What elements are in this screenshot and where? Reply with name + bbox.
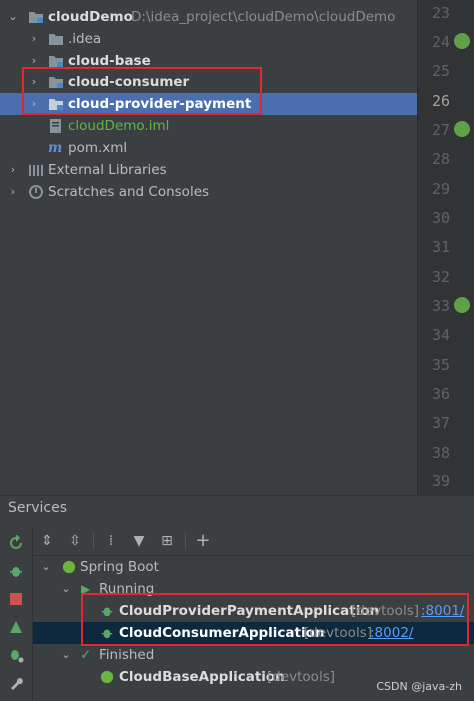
highlight-box <box>81 593 469 646</box>
finished-label: Finished <box>99 647 155 663</box>
toolbar-divider <box>93 533 94 549</box>
rerun-icon[interactable] <box>8 535 24 551</box>
debug-icon[interactable] <box>8 563 24 579</box>
app-name: CloudBaseApplication <box>119 669 285 685</box>
collapse-all-icon[interactable]: ⇳ <box>67 533 83 549</box>
toolbar-divider <box>185 533 186 549</box>
spring-run-icon[interactable] <box>454 33 470 49</box>
line-number: 29 <box>431 180 450 198</box>
services-toolbar: ⇕ ⇳ ⁞ ▼ ⊞ + <box>33 527 474 556</box>
spring-app-icon <box>100 670 114 684</box>
chevron-right-icon[interactable]: › <box>27 28 41 50</box>
line-number: 24 <box>431 33 450 51</box>
new-tab-icon[interactable]: ⊞ <box>159 533 175 549</box>
line-number: 23 <box>431 4 450 22</box>
services-side-toolbar <box>0 527 33 701</box>
line-number: 25 <box>431 62 450 80</box>
chevron-down-icon[interactable]: ⌄ <box>59 578 73 600</box>
chevron-down-icon[interactable]: ⌄ <box>59 644 73 666</box>
tree-item-label: cloudDemo.iml <box>68 118 170 134</box>
line-number: 30 <box>431 209 450 227</box>
spring-boot-label: Spring Boot <box>80 559 159 575</box>
root-project-name: cloudDemo <box>48 9 133 25</box>
line-number: 33 <box>431 297 450 315</box>
line-number: 35 <box>431 356 450 374</box>
line-number: 28 <box>431 150 450 168</box>
chevron-right-icon[interactable]: › <box>6 159 20 181</box>
add-service-icon[interactable]: + <box>195 532 211 550</box>
chevron-down-icon[interactable]: ⌄ <box>6 6 20 28</box>
tree-item-label: pom.xml <box>68 140 128 156</box>
chevron-right-icon[interactable]: › <box>6 181 20 203</box>
tree-row-pom[interactable]: m pom.xml <box>0 137 417 159</box>
line-number: 27 <box>431 121 450 139</box>
tree-item-label: External Libraries <box>48 162 167 178</box>
services-header <box>0 495 474 526</box>
tree-row-iml[interactable]: cloudDemo.iml <box>0 115 417 137</box>
tree-item-label: .idea <box>68 31 102 47</box>
tree-row-scratches[interactable]: › Scratches and Consoles <box>0 181 417 203</box>
watermark: CSDN @java-zh <box>376 680 462 693</box>
module-folder-icon <box>29 12 43 23</box>
group-by-icon[interactable]: ⁞ <box>103 533 119 549</box>
finished-check-icon: ✓ <box>80 647 92 663</box>
services-title: Services <box>8 500 68 516</box>
line-number: 31 <box>431 238 450 256</box>
app-tag: [devtools] <box>267 669 335 685</box>
debug-settings-icon[interactable] <box>8 647 24 663</box>
tree-row-external-libraries[interactable]: › External Libraries <box>0 159 417 181</box>
services-row-finished[interactable]: ⌄ ✓ Finished <box>33 644 474 666</box>
line-number: 32 <box>431 268 450 286</box>
module-folder-icon <box>49 56 63 67</box>
project-tree: ⌄ cloudDemo D:\idea_project\cloudDemo\cl… <box>0 0 417 495</box>
line-number-current: 26 <box>431 92 450 110</box>
tree-item-label: Scratches and Consoles <box>48 184 210 200</box>
expand-all-icon[interactable]: ⇕ <box>39 533 55 549</box>
stop-icon[interactable] <box>8 591 24 607</box>
line-number: 39 <box>431 472 450 490</box>
line-number: 37 <box>431 414 450 432</box>
spring-run-icon[interactable] <box>454 121 470 137</box>
deploy-icon[interactable] <box>8 619 24 635</box>
maven-icon: m <box>48 140 63 156</box>
filter-icon[interactable]: ▼ <box>131 533 147 549</box>
services-row-spring-boot[interactable]: ⌄ Spring Boot <box>33 556 474 578</box>
tree-row-idea[interactable]: › .idea <box>0 28 417 50</box>
folder-icon <box>49 34 63 45</box>
highlight-box <box>22 67 262 115</box>
scratches-icon <box>29 185 43 199</box>
spring-boot-icon <box>62 560 76 574</box>
line-number: 34 <box>431 326 450 344</box>
tree-row-root[interactable]: ⌄ cloudDemo D:\idea_project\cloudDemo\cl… <box>0 6 417 28</box>
wrench-icon[interactable] <box>8 675 24 691</box>
iml-file-icon <box>50 119 61 133</box>
spring-run-icon[interactable] <box>454 297 470 313</box>
library-icon <box>29 165 43 176</box>
line-number: 36 <box>431 385 450 403</box>
root-project-path: D:\idea_project\cloudDemo\cloudDemo <box>131 9 396 25</box>
chevron-down-icon[interactable]: ⌄ <box>39 556 53 578</box>
line-number: 38 <box>431 444 450 462</box>
editor-gutter: 23 24 25 26 27 28 29 30 31 32 33 34 35 3… <box>417 0 474 495</box>
